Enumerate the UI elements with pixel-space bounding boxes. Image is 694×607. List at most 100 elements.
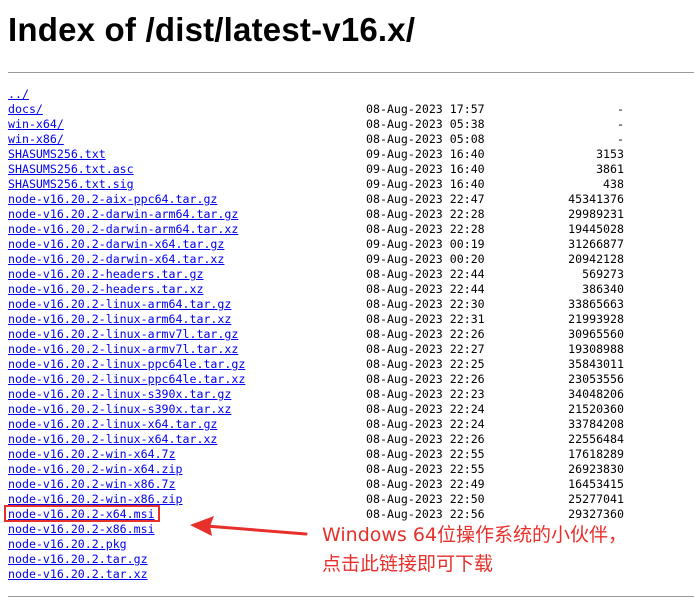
file-link[interactable]: node-v16.20.2-headers.tar.gz — [8, 267, 203, 282]
file-size: 16453415 — [568, 477, 624, 491]
file-link[interactable]: node-v16.20.2-aix-ppc64.tar.gz — [8, 192, 217, 207]
table-row: node-v16.20.2-linux-armv7l.tar.xz 08-Aug-… — [8, 342, 628, 357]
modified-date: 08-Aug-2023 22:55 — [366, 462, 485, 476]
file-link[interactable]: node-v16.20.2-win-x64.zip — [8, 462, 183, 477]
modified-date: 09-Aug-2023 16:40 — [366, 177, 485, 191]
table-row: node-v16.20.2-headers.tar.xz 08-Aug-2023 … — [8, 282, 628, 297]
file-link[interactable]: node-v16.20.2-linux-x64.tar.gz — [8, 417, 217, 432]
file-link[interactable]: node-v16.20.2-linux-arm64.tar.gz — [8, 297, 231, 312]
file-link[interactable]: node-v16.20.2-x86.msi — [8, 522, 155, 537]
file-link[interactable]: node-v16.20.2-linux-s390x.tar.xz — [8, 402, 231, 417]
file-size: 31266877 — [568, 237, 624, 251]
table-row: node-v16.20.2-win-x64.zip 08-Aug-2023 22:… — [8, 462, 628, 477]
file-size: 25277041 — [568, 492, 624, 506]
file-link[interactable]: win-x64/ — [8, 117, 64, 132]
file-size: 22556484 — [568, 432, 624, 446]
file-link[interactable]: ../ — [8, 87, 29, 102]
file-size: 3861 — [596, 162, 624, 176]
table-row: node-v16.20.2-darwin-x64.tar.xz 09-Aug-20… — [8, 252, 628, 267]
modified-date: 08-Aug-2023 05:38 — [366, 117, 485, 131]
file-link[interactable]: node-v16.20.2-linux-x64.tar.xz — [8, 432, 217, 447]
table-row: node-v16.20.2-darwin-arm64.tar.xz 08-Aug-… — [8, 222, 628, 237]
file-link[interactable]: node-v16.20.2-win-x86.7z — [8, 477, 176, 492]
modified-date: 08-Aug-2023 22:28 — [366, 222, 485, 236]
modified-date: 08-Aug-2023 22:50 — [366, 492, 485, 506]
file-link[interactable]: SHASUMS256.txt.asc — [8, 162, 134, 177]
modified-date: 08-Aug-2023 22:26 — [366, 327, 485, 341]
annotation-line-2: 点击此链接即可下载 — [322, 553, 494, 575]
annotation-line-1: Windows 64位操作系统的小伙伴， — [322, 524, 628, 546]
file-link[interactable]: win-x86/ — [8, 132, 64, 147]
top-divider — [8, 72, 694, 73]
table-row: node-v16.20.2-linux-ppc64le.tar.gz 08-Aug… — [8, 357, 628, 372]
table-row: node-v16.20.2-linux-s390x.tar.gz 08-Aug-2… — [8, 387, 628, 402]
table-row: node-v16.20.2-aix-ppc64.tar.gz 08-Aug-202… — [8, 192, 628, 207]
file-size: 23053556 — [568, 372, 624, 386]
modified-date: 08-Aug-2023 22:55 — [366, 447, 485, 461]
file-link[interactable]: docs/ — [8, 102, 43, 117]
modified-date: 09-Aug-2023 16:40 — [366, 162, 485, 176]
file-link[interactable]: node-v16.20.2-win-x64.7z — [8, 447, 176, 462]
file-link[interactable]: node-v16.20.2-linux-armv7l.tar.gz — [8, 327, 238, 342]
table-row: node-v16.20.2-headers.tar.gz 08-Aug-2023 … — [8, 267, 628, 282]
table-row: node-v16.20.2-darwin-arm64.tar.gz 08-Aug-… — [8, 207, 628, 222]
modified-date: 08-Aug-2023 22:30 — [366, 297, 485, 311]
modified-date: 09-Aug-2023 00:20 — [366, 252, 485, 266]
table-row: node-v16.20.2-darwin-x64.tar.gz 09-Aug-20… — [8, 237, 628, 252]
file-link[interactable]: node-v16.20.2-headers.tar.xz — [8, 282, 203, 297]
modified-date: 08-Aug-2023 22:27 — [366, 342, 485, 356]
file-link[interactable]: node-v16.20.2-linux-ppc64le.tar.xz — [8, 372, 245, 387]
file-link[interactable]: node-v16.20.2-darwin-x64.tar.gz — [8, 237, 224, 252]
file-link[interactable]: node-v16.20.2-darwin-arm64.tar.gz — [8, 207, 238, 222]
page-title: Index of /dist/latest-v16.x/ — [8, 11, 416, 48]
modified-date: 08-Aug-2023 22:24 — [366, 417, 485, 431]
modified-date: 08-Aug-2023 22:25 — [366, 357, 485, 371]
modified-date: 08-Aug-2023 22:23 — [366, 387, 485, 401]
table-row: node-v16.20.2-win-x64.7z 08-Aug-2023 22:5… — [8, 447, 628, 462]
table-row: node-v16.20.2-linux-x64.tar.xz 08-Aug-202… — [8, 432, 628, 447]
table-row: node-v16.20.2-linux-ppc64le.tar.xz 08-Aug… — [8, 372, 628, 387]
file-size: 29327360 — [568, 507, 624, 521]
file-size: 19308988 — [568, 342, 624, 356]
table-row: node-v16.20.2-linux-arm64.tar.gz 08-Aug-2… — [8, 297, 628, 312]
modified-date: 08-Aug-2023 22:44 — [366, 282, 485, 296]
file-link[interactable]: node-v16.20.2-darwin-x64.tar.xz — [8, 252, 224, 267]
annotation-text: Windows 64位操作系统的小伙伴， 点击此链接即可下载 — [322, 521, 682, 579]
file-link[interactable]: node-v16.20.2.tar.gz — [8, 552, 148, 567]
file-link[interactable]: node-v16.20.2-darwin-arm64.tar.xz — [8, 222, 238, 237]
file-size: 438 — [603, 177, 624, 191]
table-row: win-x86/08-Aug-2023 05:08 - — [8, 132, 628, 147]
modified-date: 08-Aug-2023 22:24 — [366, 402, 485, 416]
file-size: 17618289 — [568, 447, 624, 461]
file-size: 21993928 — [568, 312, 624, 326]
table-row: node-v16.20.2-linux-armv7l.tar.gz 08-Aug-… — [8, 327, 628, 342]
table-row: docs/08-Aug-2023 17:57 - — [8, 102, 628, 117]
file-size: 3153 — [596, 147, 624, 161]
file-link[interactable]: node-v16.20.2-linux-armv7l.tar.xz — [8, 342, 238, 357]
modified-date: 08-Aug-2023 22:31 — [366, 312, 485, 326]
file-link[interactable]: node-v16.20.2.pkg — [8, 537, 127, 552]
file-link[interactable]: SHASUMS256.txt — [8, 147, 106, 162]
table-row: node-v16.20.2-linux-s390x.tar.xz 08-Aug-2… — [8, 402, 628, 417]
bottom-divider — [8, 596, 694, 597]
file-size: 45341376 — [568, 192, 624, 206]
file-link[interactable]: node-v16.20.2-linux-ppc64le.tar.gz — [8, 357, 245, 372]
table-row: ../ — [8, 87, 628, 102]
file-size: 33784208 — [568, 417, 624, 431]
modified-date: 08-Aug-2023 05:08 — [366, 132, 485, 146]
file-size: - — [617, 132, 624, 146]
file-link[interactable]: node-v16.20.2-linux-arm64.tar.xz — [8, 312, 231, 327]
file-size: 29989231 — [568, 207, 624, 221]
modified-date: 08-Aug-2023 22:44 — [366, 267, 485, 281]
modified-date: 08-Aug-2023 17:57 — [366, 102, 485, 116]
table-row: node-v16.20.2-linux-arm64.tar.xz 08-Aug-2… — [8, 312, 628, 327]
file-link[interactable]: node-v16.20.2-linux-s390x.tar.gz — [8, 387, 231, 402]
file-size: 21520360 — [568, 402, 624, 416]
file-link[interactable]: SHASUMS256.txt.sig — [8, 177, 134, 192]
arrow-left-icon — [190, 516, 308, 536]
modified-date: 08-Aug-2023 22:56 — [366, 507, 485, 521]
file-size: 19445028 — [568, 222, 624, 236]
modified-date: 08-Aug-2023 22:26 — [366, 432, 485, 446]
file-size: 569273 — [582, 267, 624, 281]
file-link[interactable]: node-v16.20.2.tar.xz — [8, 567, 148, 582]
